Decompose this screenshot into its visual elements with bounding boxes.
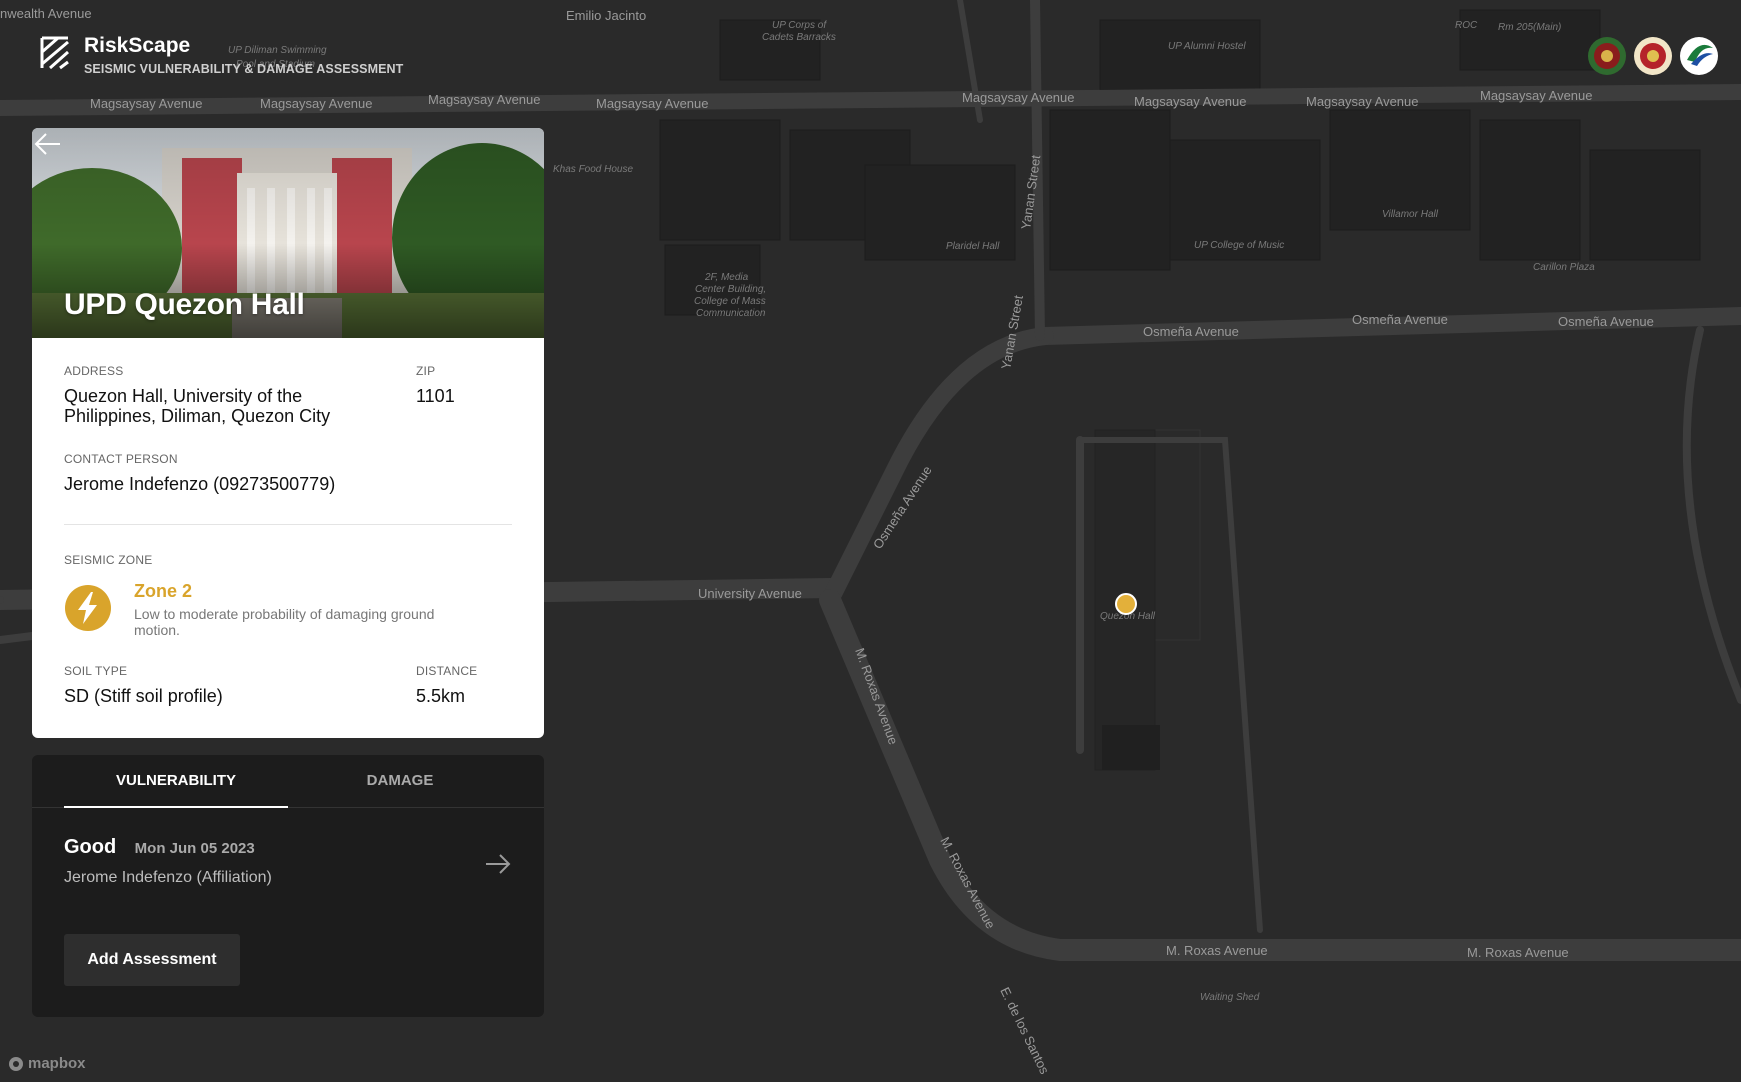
svg-text:UP College of Music: UP College of Music xyxy=(1194,240,1284,251)
phivolcs-seal-icon xyxy=(1634,37,1672,75)
svg-text:Emilio Jacinto: Emilio Jacinto xyxy=(566,8,646,23)
svg-text:Magsaysay Avenue: Magsaysay Avenue xyxy=(962,90,1075,105)
svg-text:2F, Media: 2F, Media xyxy=(704,272,749,283)
svg-text:UP Corps of: UP Corps of xyxy=(772,20,827,31)
contact-label: CONTACT PERSON xyxy=(64,452,178,466)
divider xyxy=(64,524,512,525)
tab-vulnerability[interactable]: VULNERABILITY xyxy=(64,755,288,808)
assessor-name: Jerome Indefenzo (Affiliation) xyxy=(64,869,272,886)
svg-text:M. Roxas Avenue: M. Roxas Avenue xyxy=(1166,943,1268,958)
zip-label: ZIP xyxy=(416,364,436,378)
svg-text:Osmeña Avenue: Osmeña Avenue xyxy=(1558,314,1654,329)
assessment-tabs: VULNERABILITY DAMAGE xyxy=(32,755,544,808)
svg-text:Osmeña Avenue: Osmeña Avenue xyxy=(1143,324,1239,339)
svg-text:Center Building,: Center Building, xyxy=(695,284,766,295)
partner-seals xyxy=(1587,36,1719,76)
svg-text:ROC: ROC xyxy=(1455,20,1478,31)
address-value: Quezon Hall, University of the Philippin… xyxy=(64,386,331,426)
svg-text:Magsaysay Avenue: Magsaysay Avenue xyxy=(1306,94,1419,109)
zip-value: 1101 xyxy=(416,386,455,406)
up-seal-icon xyxy=(1588,37,1626,75)
svg-text:Magsaysay Avenue: Magsaysay Avenue xyxy=(90,96,203,111)
app-subtitle: SEISMIC VULNERABILITY & DAMAGE ASSESSMEN… xyxy=(84,62,404,76)
soil-type-label: SOIL TYPE xyxy=(64,664,128,678)
building-name: UPD Quezon Hall xyxy=(64,288,305,321)
svg-text:Plaridel Hall: Plaridel Hall xyxy=(946,241,1000,252)
brand: RiskScape SEISMIC VULNERABILITY & DAMAGE… xyxy=(40,34,403,76)
svg-text:Carillon Plaza: Carillon Plaza xyxy=(1533,262,1595,273)
mapbox-logo-icon xyxy=(9,1056,23,1071)
riskscape-logo-icon xyxy=(40,36,69,70)
location-marker[interactable] xyxy=(1115,593,1137,615)
svg-text:Magsaysay Avenue: Magsaysay Avenue xyxy=(1480,88,1593,103)
svg-text:Magsaysay Avenue: Magsaysay Avenue xyxy=(1134,94,1247,109)
building-photo: UPD Quezon Hall xyxy=(32,128,544,338)
svg-text:Villamor Hall: Villamor Hall xyxy=(1382,209,1439,220)
zone-title: Zone 2 xyxy=(134,581,193,601)
mapbox-label: mapbox xyxy=(28,1055,86,1072)
svg-text:Khas Food House: Khas Food House xyxy=(553,164,633,175)
app-title: RiskScape xyxy=(84,34,191,57)
svg-text:Rm 205(Main): Rm 205(Main) xyxy=(1498,22,1561,33)
building-card: UPD Quezon Hall ADDRESS Quezon Hall, Uni… xyxy=(32,128,544,738)
svg-text:Cadets Barracks: Cadets Barracks xyxy=(762,32,836,43)
svg-text:UP Alumni Hostel: UP Alumni Hostel xyxy=(1168,41,1246,52)
distance-label: DISTANCE xyxy=(416,664,478,678)
svg-text:M. Roxas Avenue: M. Roxas Avenue xyxy=(1467,945,1569,960)
svg-text:College of Mass: College of Mass xyxy=(694,296,766,307)
back-arrow-icon[interactable] xyxy=(32,128,64,160)
assessment-entry[interactable]: Good Mon Jun 05 2023 Jerome Indefenzo (A… xyxy=(32,808,544,916)
assessment-date: Mon Jun 05 2023 xyxy=(134,840,255,857)
svg-text:Magsaysay Avenue: Magsaysay Avenue xyxy=(428,92,541,107)
svg-text:Magsaysay Avenue: Magsaysay Avenue xyxy=(260,96,373,111)
svg-text:Magsaysay Avenue: Magsaysay Avenue xyxy=(596,96,709,111)
arrow-right-icon[interactable] xyxy=(484,850,512,878)
seismic-zone-label: SEISMIC ZONE xyxy=(64,553,153,567)
seismic-zone: Zone 2 Low to moderate probability of da… xyxy=(64,581,512,638)
dost-seal-icon xyxy=(1680,37,1718,75)
add-assessment-button[interactable]: Add Assessment xyxy=(64,934,240,986)
svg-text:Osmeña Avenue: Osmeña Avenue xyxy=(1352,312,1448,327)
soil-type-value: SD (Stiff soil profile) xyxy=(64,686,223,706)
assessment-panel: VULNERABILITY DAMAGE Good Mon Jun 05 202… xyxy=(32,755,544,1017)
mapbox-attribution[interactable]: mapbox xyxy=(8,1055,86,1072)
assessment-status: Good xyxy=(64,836,117,858)
svg-text:Waiting Shed: Waiting Shed xyxy=(1200,992,1260,1003)
distance-value: 5.5km xyxy=(416,686,466,706)
svg-text:University Avenue: University Avenue xyxy=(698,586,802,601)
svg-text:nwealth Avenue: nwealth Avenue xyxy=(0,6,92,21)
contact-value: Jerome Indefenzo (09273500779) xyxy=(64,474,336,494)
svg-text:Communication: Communication xyxy=(696,308,766,319)
zone-description: Low to moderate probability of damaging … xyxy=(134,606,435,638)
lightning-icon xyxy=(65,585,111,631)
address-label: ADDRESS xyxy=(64,364,124,378)
tab-damage[interactable]: DAMAGE xyxy=(288,755,512,807)
